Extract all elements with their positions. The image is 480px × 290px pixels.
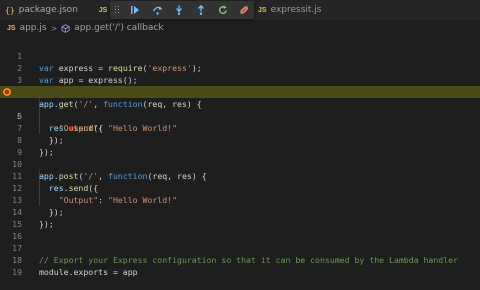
current-execution-line: 5 res. send({ <box>0 86 480 133</box>
code-line: 9 <box>0 134 480 157</box>
code-line: 2 var app = express(); <box>0 50 480 85</box>
restart-button[interactable] <box>213 1 233 19</box>
disconnect-button[interactable] <box>234 1 254 19</box>
js-file-icon: JS <box>98 6 108 14</box>
js-file-icon: JS <box>258 6 267 14</box>
code-line: 8 }); <box>0 122 480 157</box>
tab-label: package.json <box>18 5 78 15</box>
drag-handle-icon[interactable] <box>115 6 119 15</box>
disconnect-icon <box>240 6 248 14</box>
tab-label: expressit.js <box>270 5 322 15</box>
breadcrumb-symbol[interactable]: app.get('/') callback <box>74 23 163 33</box>
code-line: 11 res.send({ <box>0 158 480 193</box>
code-line: 14 }); <box>0 194 480 229</box>
step-into-icon <box>176 5 182 15</box>
continue-icon <box>131 6 139 14</box>
json-file-icon: {} <box>5 5 15 15</box>
code-line: 13 }); <box>0 182 480 217</box>
code-line: 15 <box>0 206 480 229</box>
code-editor[interactable]: 1 var express = require('express'); 2 va… <box>0 38 480 277</box>
breadcrumb-file[interactable]: app.js <box>20 23 47 33</box>
code-line: 3 <box>0 62 480 85</box>
tab-package-json[interactable]: {} package.json <box>0 0 92 20</box>
breakpoint-current-icon[interactable] <box>3 88 11 96</box>
code-line: 6 "Output": "Hello World!" <box>0 98 480 133</box>
breadcrumb-separator: > <box>50 23 58 33</box>
step-over-icon <box>152 6 162 15</box>
step-out-button[interactable] <box>191 1 211 19</box>
code-line: 16 <box>0 218 480 241</box>
code-line: 18 module.exports = app <box>0 242 480 277</box>
breadcrumb: JS app.js > app.get('/') callback <box>0 20 480 36</box>
debug-toolbar <box>110 1 254 19</box>
step-over-button[interactable] <box>147 1 167 19</box>
restart-icon <box>218 5 227 14</box>
line-number: 19 <box>12 267 22 277</box>
continue-button[interactable] <box>125 1 145 19</box>
step-out-icon <box>198 5 204 15</box>
js-file-icon: JS <box>7 24 16 32</box>
code-line: 19 <box>0 254 480 277</box>
method-symbol-icon <box>61 23 70 33</box>
code-line: 4 app.get('/', function(req, res) { <box>0 74 480 109</box>
code-line: 7 }); <box>0 110 480 145</box>
code-line: 1 var express = require('express'); <box>0 38 480 73</box>
code-line: 10 app.post('/', function(req, res) { <box>0 146 480 181</box>
code-line: 17 // Export your Express configuration … <box>0 230 480 265</box>
step-into-button[interactable] <box>169 1 189 19</box>
code-line: 12 "Output": "Hello World!" <box>0 170 480 205</box>
tab-expressit-js[interactable]: JS expressit.js <box>254 0 374 20</box>
